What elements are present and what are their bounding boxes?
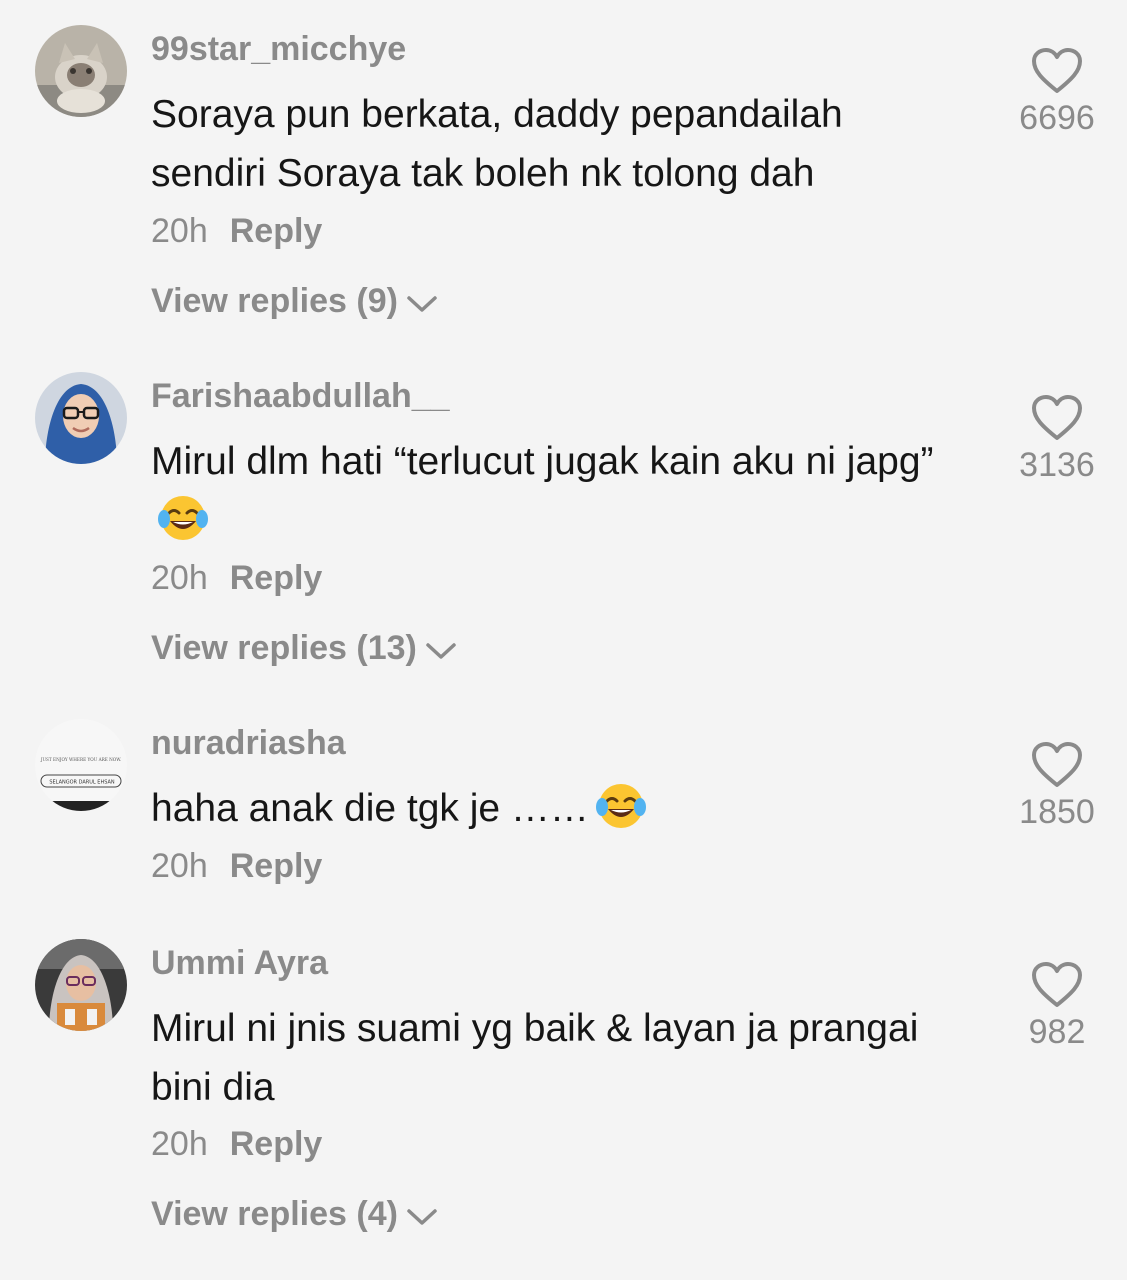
avatar[interactable] bbox=[35, 372, 127, 464]
heart-outline-icon bbox=[1000, 741, 1114, 789]
like-count: 1850 bbox=[1019, 793, 1095, 831]
avatar[interactable] bbox=[35, 25, 127, 117]
cat-photo-avatar bbox=[35, 25, 127, 117]
comment-username[interactable]: 99star_micchye bbox=[151, 30, 406, 69]
comment-username[interactable]: nuradriasha bbox=[151, 724, 346, 763]
reply-button[interactable]: Reply bbox=[230, 847, 323, 885]
view-replies-button[interactable]: View replies (9) bbox=[151, 282, 438, 323]
comment-text: haha anak die tgk je …… bbox=[151, 779, 941, 838]
like-count: 982 bbox=[1028, 1013, 1086, 1051]
view-replies-button[interactable]: View replies (13) bbox=[151, 629, 457, 670]
heart-outline-icon bbox=[1000, 394, 1114, 442]
comment-time: 20h bbox=[151, 847, 208, 885]
heart-outline-icon bbox=[1000, 47, 1114, 95]
comment-text: Mirul dlm hati “terlucut jugak kain aku … bbox=[151, 432, 941, 550]
like-button[interactable]: 982 bbox=[1000, 961, 1114, 1052]
comment-username[interactable]: Farishaabdullah__ bbox=[151, 377, 450, 416]
comment-meta: 20h Reply bbox=[151, 1125, 322, 1164]
view-replies-label: View replies (9) bbox=[151, 282, 398, 320]
like-button[interactable]: 3136 bbox=[1000, 394, 1114, 485]
comment-username[interactable]: Ummi Ayra bbox=[151, 944, 328, 983]
comment-text-body: haha anak die tgk je …… bbox=[151, 787, 589, 830]
view-replies-label: View replies (13) bbox=[151, 629, 417, 667]
comment-time: 20h bbox=[151, 559, 208, 597]
like-button[interactable]: 6696 bbox=[1000, 47, 1114, 138]
view-replies-button[interactable]: View replies (4) bbox=[151, 1195, 438, 1236]
avatar[interactable]: JUST ENJOY WHERE YOU ARE NOW. SELANGOR D… bbox=[35, 719, 127, 811]
woman-hijab-glasses-avatar bbox=[35, 372, 127, 464]
selangor-text-avatar: JUST ENJOY WHERE YOU ARE NOW. SELANGOR D… bbox=[35, 719, 127, 811]
avatar-location: SELANGOR DARUL EHSAN bbox=[49, 780, 115, 786]
comment-text-body: Mirul dlm hati “terlucut jugak kain aku … bbox=[151, 440, 934, 483]
chevron-down-icon bbox=[406, 284, 438, 323]
like-count: 3136 bbox=[1019, 446, 1095, 484]
comment-time: 20h bbox=[151, 1125, 208, 1163]
comment-text: Soraya pun berkata, daddy pepandailah se… bbox=[151, 93, 843, 195]
comment-meta: 20h Reply bbox=[151, 212, 322, 251]
chevron-down-icon bbox=[406, 1197, 438, 1236]
view-replies-label: View replies (4) bbox=[151, 1195, 398, 1233]
like-count: 6696 bbox=[1019, 99, 1095, 137]
like-button[interactable]: 1850 bbox=[1000, 741, 1114, 832]
heart-outline-icon bbox=[1000, 961, 1114, 1009]
avatar[interactable] bbox=[35, 939, 127, 1031]
reply-button[interactable]: Reply bbox=[230, 1125, 323, 1163]
comment-meta: 20h Reply bbox=[151, 847, 322, 886]
face-with-tears-of-joy-emoji bbox=[157, 491, 209, 543]
comment-meta: 20h Reply bbox=[151, 559, 322, 598]
reply-button[interactable]: Reply bbox=[230, 212, 323, 250]
avatar-tagline: JUST ENJOY WHERE YOU ARE NOW. bbox=[40, 757, 121, 762]
reply-button[interactable]: Reply bbox=[230, 559, 323, 597]
woman-hijab-car-avatar bbox=[35, 939, 127, 1031]
comment-text: Mirul ni jnis suami yg baik & layan ja p… bbox=[151, 1007, 919, 1109]
face-with-tears-of-joy-emoji bbox=[595, 779, 647, 831]
comment-time: 20h bbox=[151, 212, 208, 250]
chevron-down-icon bbox=[425, 631, 457, 670]
